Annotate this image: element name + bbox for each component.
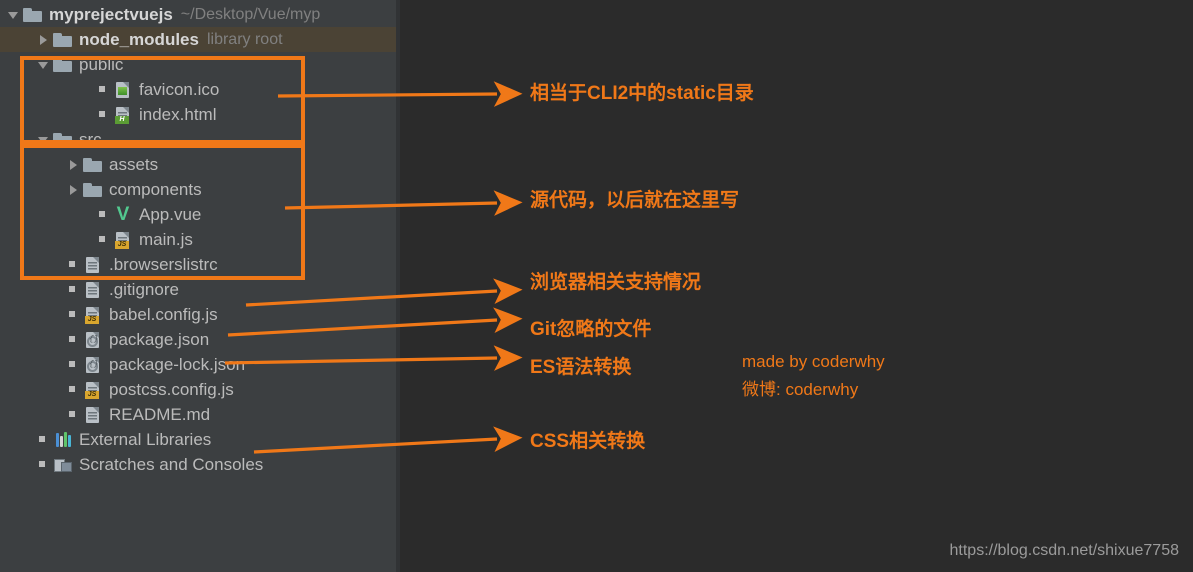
tree-row-public[interactable]: public xyxy=(0,52,396,77)
js-file-icon: JS xyxy=(82,381,104,399)
tree-row-external-libraries[interactable]: External Libraries xyxy=(0,427,396,452)
folder-icon xyxy=(82,156,104,174)
text-file-icon xyxy=(82,256,104,274)
toggle-spacer xyxy=(66,332,82,348)
scratches-icon xyxy=(52,456,74,474)
toggle-spacer xyxy=(66,382,82,398)
tree-row-hint: library root xyxy=(206,30,283,48)
toggle-spacer xyxy=(66,407,82,423)
folder-icon xyxy=(52,56,74,74)
text-file-icon xyxy=(82,281,104,299)
toggle-spacer xyxy=(96,82,112,98)
chevron-right-icon[interactable] xyxy=(66,182,82,198)
tree-row-myprejectvuejs[interactable]: myprejectvuejs ~/Desktop/Vue/myp xyxy=(0,2,396,27)
credit-text: 微博: coderwhy xyxy=(742,380,859,399)
tree-row-assets[interactable]: assets xyxy=(0,152,396,177)
tree-row-favicon-ico[interactable]: favicon.ico xyxy=(0,77,396,102)
tree-row-label: External Libraries xyxy=(79,429,212,449)
js-file-icon: JS xyxy=(112,231,134,249)
json-file-icon xyxy=(82,331,104,349)
chevron-right-icon[interactable] xyxy=(66,157,82,173)
tree-row-label: public xyxy=(79,54,124,74)
folder-icon xyxy=(52,31,74,49)
tree-row-package-json[interactable]: package.json xyxy=(0,327,396,352)
annotation-text: 浏览器相关支持情况 xyxy=(530,272,702,293)
tree-row-scratches-and-consoles[interactable]: Scratches and Consoles xyxy=(0,452,396,477)
toggle-spacer xyxy=(96,107,112,123)
tree-row-label: main.js xyxy=(139,229,193,249)
tree-row-label: babel.config.js xyxy=(109,304,218,324)
tree-row-label: myprejectvuejs xyxy=(49,4,173,24)
image-file-icon xyxy=(112,81,134,99)
tree-row-index-html[interactable]: Hindex.html xyxy=(0,102,396,127)
html-file-icon: H xyxy=(112,106,134,124)
chevron-right-icon[interactable] xyxy=(36,32,52,48)
tree-row-components[interactable]: components xyxy=(0,177,396,202)
annotation-text: ES语法转换 xyxy=(530,357,632,378)
chevron-down-icon[interactable] xyxy=(6,7,22,23)
tree-row-label: Scratches and Consoles xyxy=(79,454,264,474)
tree-row-label: package-lock.json xyxy=(109,354,246,374)
toggle-spacer xyxy=(66,282,82,298)
toggle-spacer xyxy=(66,257,82,273)
folder-icon xyxy=(82,181,104,199)
tree-row-label: postcss.config.js xyxy=(109,379,234,399)
tree-row--browserslistrc[interactable]: .browserslistrc xyxy=(0,252,396,277)
tree-row-node-modules[interactable]: node_modules library root xyxy=(0,27,396,52)
tree-row-readme-md[interactable]: README.md xyxy=(0,402,396,427)
folder-icon xyxy=(22,6,44,24)
toggle-spacer xyxy=(66,307,82,323)
json-file-icon xyxy=(82,356,104,374)
tree-row-label: .browserslistrc xyxy=(109,254,218,274)
js-file-icon: JS xyxy=(82,306,104,324)
toggle-spacer xyxy=(96,207,112,223)
libraries-icon xyxy=(52,431,74,449)
tree-row--gitignore[interactable]: .gitignore xyxy=(0,277,396,302)
tree-row-label: node_modules xyxy=(79,29,199,49)
annotation-text: 源代码，以后就在这里写 xyxy=(530,190,740,211)
tree-row-postcss-config-js[interactable]: JS postcss.config.js xyxy=(0,377,396,402)
vue-file-icon: V xyxy=(116,203,130,225)
watermark: https://blog.csdn.net/shixue7758 xyxy=(949,542,1180,559)
folder-icon xyxy=(52,131,74,149)
chevron-down-icon[interactable] xyxy=(36,132,52,148)
tree-row-label: App.vue xyxy=(139,204,202,224)
tree-row-package-lock-json[interactable]: package-lock.json xyxy=(0,352,396,377)
tree-row-src[interactable]: src xyxy=(0,127,396,152)
tree-row-main-js[interactable]: JS main.js xyxy=(0,227,396,252)
toggle-spacer xyxy=(36,432,52,448)
tree-row-label: assets xyxy=(109,154,159,174)
tree-row-label: .gitignore xyxy=(109,279,179,299)
toggle-spacer xyxy=(36,457,52,473)
tree-row-label: package.json xyxy=(109,329,210,349)
tree-row-label: src xyxy=(79,129,102,149)
tree-row-label: favicon.ico xyxy=(139,79,220,99)
tree-row-label: components xyxy=(109,179,202,199)
tree-row-babel-config-js[interactable]: JS babel.config.js xyxy=(0,302,396,327)
annotation-text: Git忽略的文件 xyxy=(530,319,652,340)
panel-divider[interactable] xyxy=(396,0,400,572)
annotation-text: 相当于CLI2中的static目录 xyxy=(530,83,754,104)
tree-row-hint: ~/Desktop/Vue/myp xyxy=(180,5,321,23)
chevron-down-icon[interactable] xyxy=(36,57,52,73)
tree-row-label: README.md xyxy=(109,404,211,424)
toggle-spacer xyxy=(66,357,82,373)
tree-row-app-vue[interactable]: V App.vue xyxy=(0,202,396,227)
text-file-icon xyxy=(82,406,104,424)
annotation-text: CSS相关转换 xyxy=(530,431,646,452)
credit-text: made by coderwhy xyxy=(742,352,885,371)
tree-row-label: index.html xyxy=(139,104,217,124)
toggle-spacer xyxy=(96,232,112,248)
